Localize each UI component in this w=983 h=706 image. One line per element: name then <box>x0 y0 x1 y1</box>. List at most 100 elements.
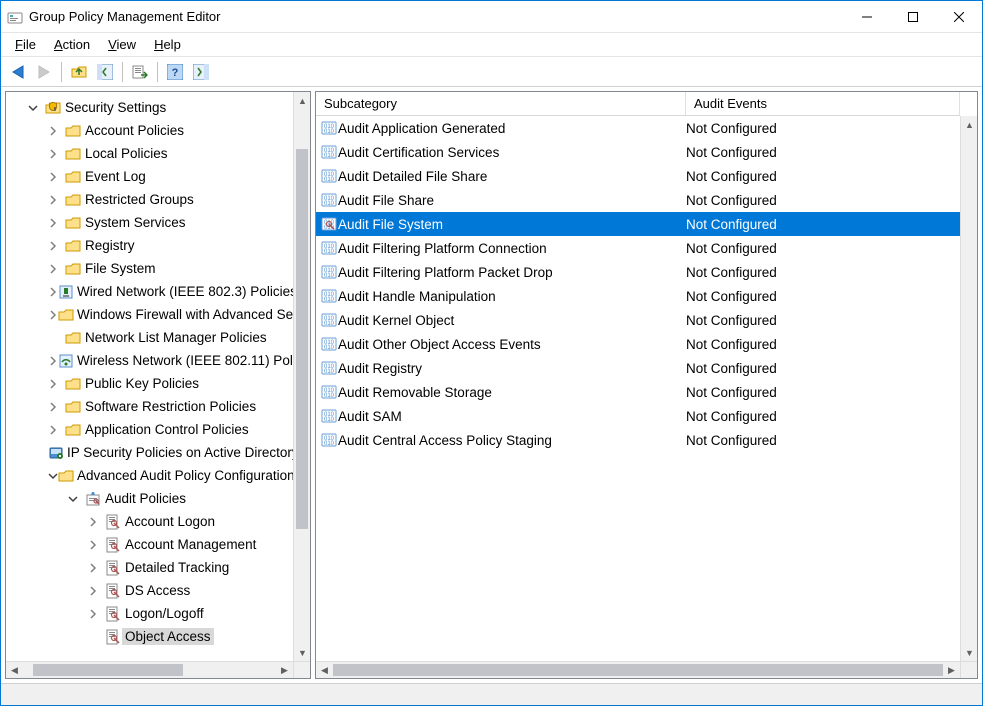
expand-icon[interactable] <box>48 149 64 159</box>
tree-horizontal-scrollbar[interactable]: ◀ ▶ <box>6 661 293 678</box>
list-row[interactable]: Audit Central Access Policy StagingNot C… <box>316 428 960 452</box>
expand-icon[interactable] <box>88 586 104 596</box>
expand-icon[interactable] <box>48 172 64 182</box>
tree-node[interactable]: IP Security Policies on Active Directory <box>6 441 293 464</box>
tree-node[interactable]: Object Access <box>6 625 293 648</box>
show-hide-action-pane-button[interactable] <box>189 60 213 84</box>
list-row[interactable]: Audit File ShareNot Configured <box>316 188 960 212</box>
scroll-track[interactable] <box>961 133 977 644</box>
list-row[interactable]: Audit Application GeneratedNot Configure… <box>316 116 960 140</box>
tree-node[interactable]: Windows Firewall with Advanced Security <box>6 303 293 326</box>
expand-icon[interactable] <box>48 241 64 251</box>
scroll-track[interactable] <box>294 109 310 644</box>
list-row[interactable]: Audit Filtering Platform Packet DropNot … <box>316 260 960 284</box>
tree-node[interactable]: Account Logon <box>6 510 293 533</box>
tree-vertical-scrollbar[interactable]: ▲ ▼ <box>293 92 310 661</box>
menu-file[interactable]: File <box>7 35 44 54</box>
tree-node[interactable]: Account Management <box>6 533 293 556</box>
expand-icon[interactable] <box>48 126 64 136</box>
expand-icon[interactable] <box>48 264 64 274</box>
scroll-thumb[interactable] <box>33 664 183 676</box>
list-row[interactable]: Audit Detailed File ShareNot Configured <box>316 164 960 188</box>
list-row[interactable]: Audit Certification ServicesNot Configur… <box>316 140 960 164</box>
expand-icon[interactable] <box>48 287 58 297</box>
audit-events-cell: Not Configured <box>686 265 960 280</box>
tree-node[interactable]: Wired Network (IEEE 802.3) Policies <box>6 280 293 303</box>
expand-icon[interactable] <box>88 609 104 619</box>
scroll-left-button[interactable]: ◀ <box>316 662 333 679</box>
expand-icon[interactable] <box>48 379 64 389</box>
expand-icon[interactable] <box>48 402 64 412</box>
tree-node[interactable]: Account Policies <box>6 119 293 142</box>
list-view[interactable]: Audit Application GeneratedNot Configure… <box>316 116 960 661</box>
list-row[interactable]: Audit Filtering Platform ConnectionNot C… <box>316 236 960 260</box>
column-audit-events[interactable]: Audit Events <box>686 92 960 115</box>
menu-help[interactable]: Help <box>146 35 189 54</box>
scroll-thumb[interactable] <box>333 664 943 676</box>
up-button[interactable] <box>67 60 91 84</box>
list-row[interactable]: Audit Handle ManipulationNot Configured <box>316 284 960 308</box>
show-hide-tree-button[interactable] <box>93 60 117 84</box>
expand-icon[interactable] <box>68 494 84 504</box>
tree-node[interactable]: Local Policies <box>6 142 293 165</box>
scroll-thumb[interactable] <box>296 149 308 529</box>
tree-node[interactable]: System Services <box>6 211 293 234</box>
tree-node[interactable]: Network List Manager Policies <box>6 326 293 349</box>
tree-node[interactable]: Security Settings <box>6 96 293 119</box>
policy-icon <box>104 606 122 622</box>
back-button[interactable] <box>6 60 30 84</box>
menu-action[interactable]: Action <box>46 35 98 54</box>
tree-node[interactable]: Detailed Tracking <box>6 556 293 579</box>
list-vertical-scrollbar[interactable]: ▲ ▼ <box>960 116 977 661</box>
expand-icon[interactable] <box>48 218 64 228</box>
tree-view[interactable]: Security SettingsAccount PoliciesLocal P… <box>6 92 293 661</box>
tree-node[interactable]: Audit Policies <box>6 487 293 510</box>
expand-icon[interactable] <box>48 425 64 435</box>
tree-node[interactable]: Public Key Policies <box>6 372 293 395</box>
scroll-right-button[interactable]: ▶ <box>943 662 960 679</box>
menu-view[interactable]: View <box>100 35 144 54</box>
scroll-down-button[interactable]: ▼ <box>961 644 978 661</box>
list-row[interactable]: Audit Other Object Access EventsNot Conf… <box>316 332 960 356</box>
scroll-up-button[interactable]: ▲ <box>961 116 978 133</box>
expand-icon[interactable] <box>48 471 58 481</box>
list-row[interactable]: Audit Kernel ObjectNot Configured <box>316 308 960 332</box>
tree-node[interactable]: Wireless Network (IEEE 802.11) Policies <box>6 349 293 372</box>
list-horizontal-scrollbar[interactable]: ◀ ▶ <box>316 661 960 678</box>
expand-icon[interactable] <box>48 195 64 205</box>
close-button[interactable] <box>936 1 982 32</box>
tree-node[interactable]: Logon/Logoff <box>6 602 293 625</box>
tree-node[interactable]: Software Restriction Policies <box>6 395 293 418</box>
help-button[interactable] <box>163 60 187 84</box>
list-row[interactable]: Audit Removable StorageNot Configured <box>316 380 960 404</box>
expand-icon[interactable] <box>88 563 104 573</box>
expand-icon[interactable] <box>48 356 58 366</box>
scroll-right-button[interactable]: ▶ <box>276 662 293 679</box>
scroll-track[interactable] <box>23 662 276 678</box>
tree-node[interactable]: Registry <box>6 234 293 257</box>
expand-icon[interactable] <box>48 310 58 320</box>
expand-icon[interactable] <box>88 540 104 550</box>
export-list-button[interactable] <box>128 60 152 84</box>
tree-node[interactable]: Event Log <box>6 165 293 188</box>
expand-icon[interactable] <box>28 103 44 113</box>
expand-icon[interactable] <box>88 517 104 527</box>
scroll-down-button[interactable]: ▼ <box>294 644 311 661</box>
column-subcategory[interactable]: Subcategory <box>316 92 686 115</box>
tree-node[interactable]: Restricted Groups <box>6 188 293 211</box>
scroll-up-button[interactable]: ▲ <box>294 92 311 109</box>
list-pane: Subcategory Audit Events Audit Applicati… <box>315 91 978 679</box>
minimize-button[interactable] <box>844 1 890 32</box>
list-row[interactable]: Audit File SystemNot Configured <box>316 212 960 236</box>
list-row[interactable]: Audit RegistryNot Configured <box>316 356 960 380</box>
tree-node[interactable]: File System <box>6 257 293 280</box>
maximize-button[interactable] <box>890 1 936 32</box>
tree-node[interactable]: Advanced Audit Policy Configuration <box>6 464 293 487</box>
policy-item-icon <box>316 408 338 424</box>
scroll-track[interactable] <box>333 662 943 678</box>
forward-button[interactable] <box>32 60 56 84</box>
scroll-left-button[interactable]: ◀ <box>6 662 23 679</box>
tree-node[interactable]: DS Access <box>6 579 293 602</box>
list-row[interactable]: Audit SAMNot Configured <box>316 404 960 428</box>
tree-node[interactable]: Application Control Policies <box>6 418 293 441</box>
